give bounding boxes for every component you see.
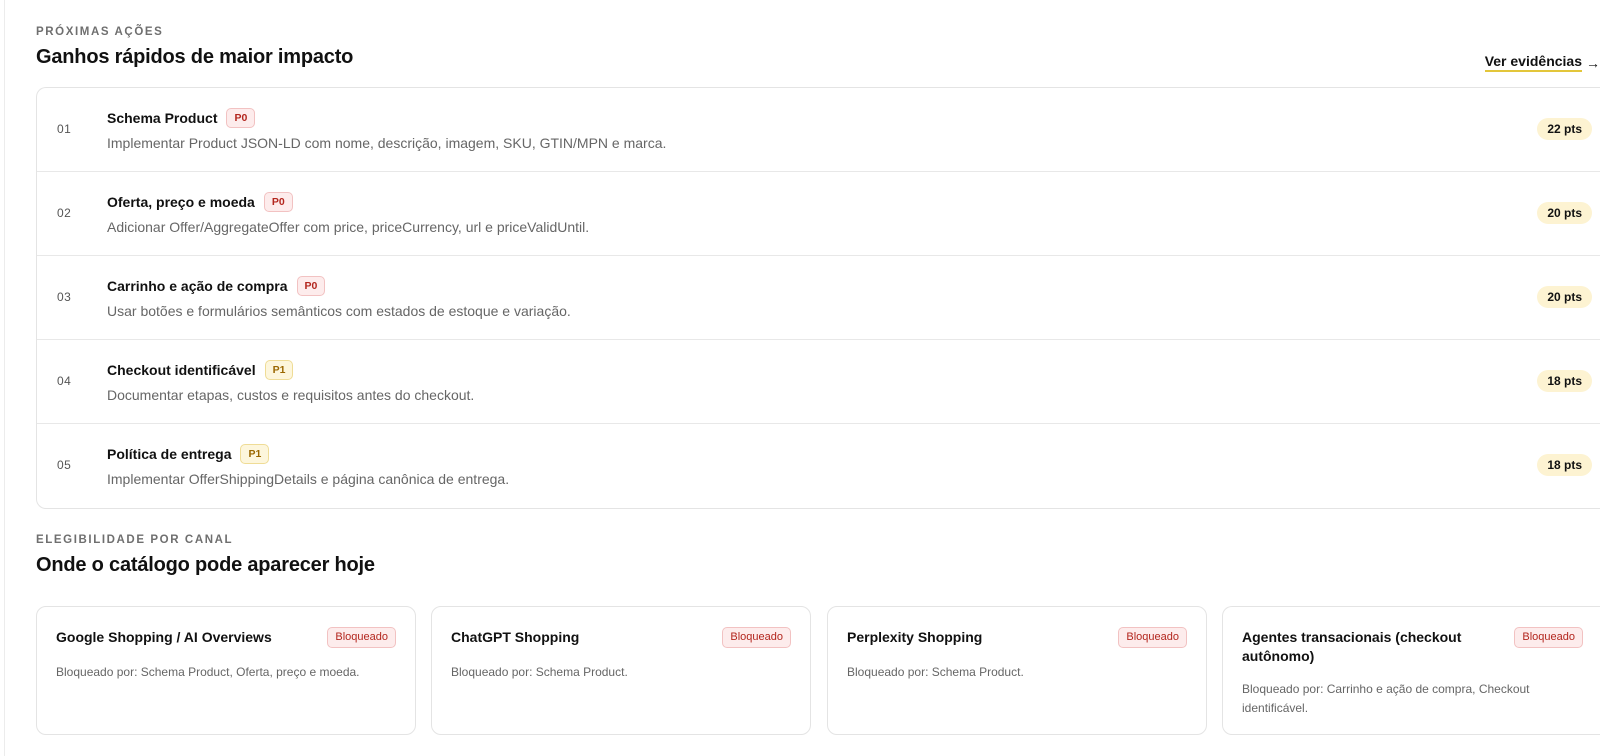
- action-title-line: Schema Product P0: [107, 108, 256, 128]
- eligibility-header: ELEGIBILIDADE POR CANAL Onde o catálogo …: [36, 534, 375, 577]
- points-badge: 20 pts: [1537, 202, 1592, 224]
- action-number: 04: [57, 374, 72, 388]
- action-description: Usar botões e formulários semânticos com…: [107, 303, 571, 319]
- channel-name: Google Shopping / AI Overviews: [56, 629, 272, 645]
- blocked-by-text: Bloqueado por: Schema Product.: [847, 665, 1024, 679]
- channel-name: Agentes transacionais (checkout autônomo…: [1242, 629, 1462, 664]
- action-title-line: Oferta, preço e moeda P0: [107, 192, 293, 212]
- action-row[interactable]: 03 Carrinho e ação de compra P0 Usar bot…: [37, 256, 1600, 340]
- points-badge: 22 pts: [1537, 118, 1592, 140]
- action-title: Carrinho e ação de compra: [107, 278, 288, 294]
- view-evidence-label: Ver evidências: [1484, 53, 1582, 72]
- status-badge: Bloqueado: [327, 627, 396, 648]
- action-description: Implementar OfferShippingDetails e págin…: [107, 471, 510, 487]
- action-title-line: Política de entrega P1: [107, 444, 270, 464]
- action-number: 05: [57, 458, 72, 472]
- priority-badge: P0: [296, 276, 326, 296]
- blocked-by-text: Bloqueado por: Schema Product, Oferta, p…: [56, 665, 360, 679]
- points-badge: 20 pts: [1537, 286, 1592, 308]
- action-description: Adicionar Offer/AggregateOffer com price…: [107, 219, 590, 235]
- points-badge: 18 pts: [1537, 370, 1592, 392]
- action-row[interactable]: 02 Oferta, preço e moeda P0 Adicionar Of…: [37, 172, 1600, 256]
- next-actions-header: PRÓXIMAS AÇÕES Ganhos rápidos de maior i…: [36, 26, 1600, 86]
- action-title: Checkout identificável: [107, 362, 256, 378]
- channel-name: Perplexity Shopping: [847, 629, 983, 645]
- priority-badge: P1: [240, 444, 270, 464]
- eligibility-eyebrow: ELEGIBILIDADE POR CANAL: [36, 534, 234, 546]
- arrow-right-icon: →: [1586, 54, 1600, 71]
- view-evidence-link[interactable]: Ver evidências →: [1484, 53, 1600, 72]
- status-badge: Bloqueado: [1118, 627, 1187, 648]
- actions-list: 01 Schema Product P0 Implementar Product…: [36, 87, 1600, 509]
- action-title-line: Carrinho e ação de compra P0: [107, 276, 326, 296]
- action-number: 02: [57, 206, 72, 220]
- action-description: Documentar etapas, custos e requisitos a…: [107, 387, 475, 403]
- action-title-line: Checkout identificável P1: [107, 360, 294, 380]
- action-title: Política de entrega: [107, 446, 232, 462]
- channel-name: ChatGPT Shopping: [451, 629, 580, 645]
- priority-badge: P1: [264, 360, 294, 380]
- action-row[interactable]: 04 Checkout identificável P1 Documentar …: [37, 340, 1600, 424]
- page-edge-divider: [4, 0, 5, 756]
- status-badge: Bloqueado: [722, 627, 791, 648]
- action-row[interactable]: 01 Schema Product P0 Implementar Product…: [37, 88, 1600, 172]
- action-title: Schema Product: [107, 110, 218, 126]
- blocked-by-text: Bloqueado por: Schema Product.: [451, 665, 628, 679]
- priority-badge: P0: [263, 192, 293, 212]
- action-number: 03: [57, 290, 72, 304]
- next-actions-eyebrow: PRÓXIMAS AÇÕES: [36, 26, 164, 38]
- channel-cards: Google Shopping / AI Overviews Bloqueado…: [36, 606, 1600, 736]
- channel-card[interactable]: Google Shopping / AI Overviews Bloqueado…: [36, 606, 416, 735]
- action-title: Oferta, preço e moeda: [107, 194, 255, 210]
- action-number: 01: [57, 122, 72, 136]
- channel-card[interactable]: Perplexity Shopping Bloqueado Bloqueado …: [827, 606, 1207, 735]
- channel-card[interactable]: Agentes transacionais (checkout autônomo…: [1222, 606, 1600, 735]
- next-actions-title: Ganhos rápidos de maior impacto: [36, 46, 354, 68]
- action-description: Implementar Product JSON-LD com nome, de…: [107, 135, 667, 151]
- status-badge: Bloqueado: [1514, 627, 1583, 648]
- priority-badge: P0: [226, 108, 256, 128]
- blocked-by-text: Bloqueado por: Carrinho e ação de compra…: [1242, 682, 1530, 715]
- channel-card[interactable]: ChatGPT Shopping Bloqueado Bloqueado por…: [431, 606, 811, 735]
- points-badge: 18 pts: [1537, 454, 1592, 476]
- eligibility-title: Onde o catálogo pode aparecer hoje: [36, 554, 375, 576]
- action-row[interactable]: 05 Política de entrega P1 Implementar Of…: [37, 424, 1600, 508]
